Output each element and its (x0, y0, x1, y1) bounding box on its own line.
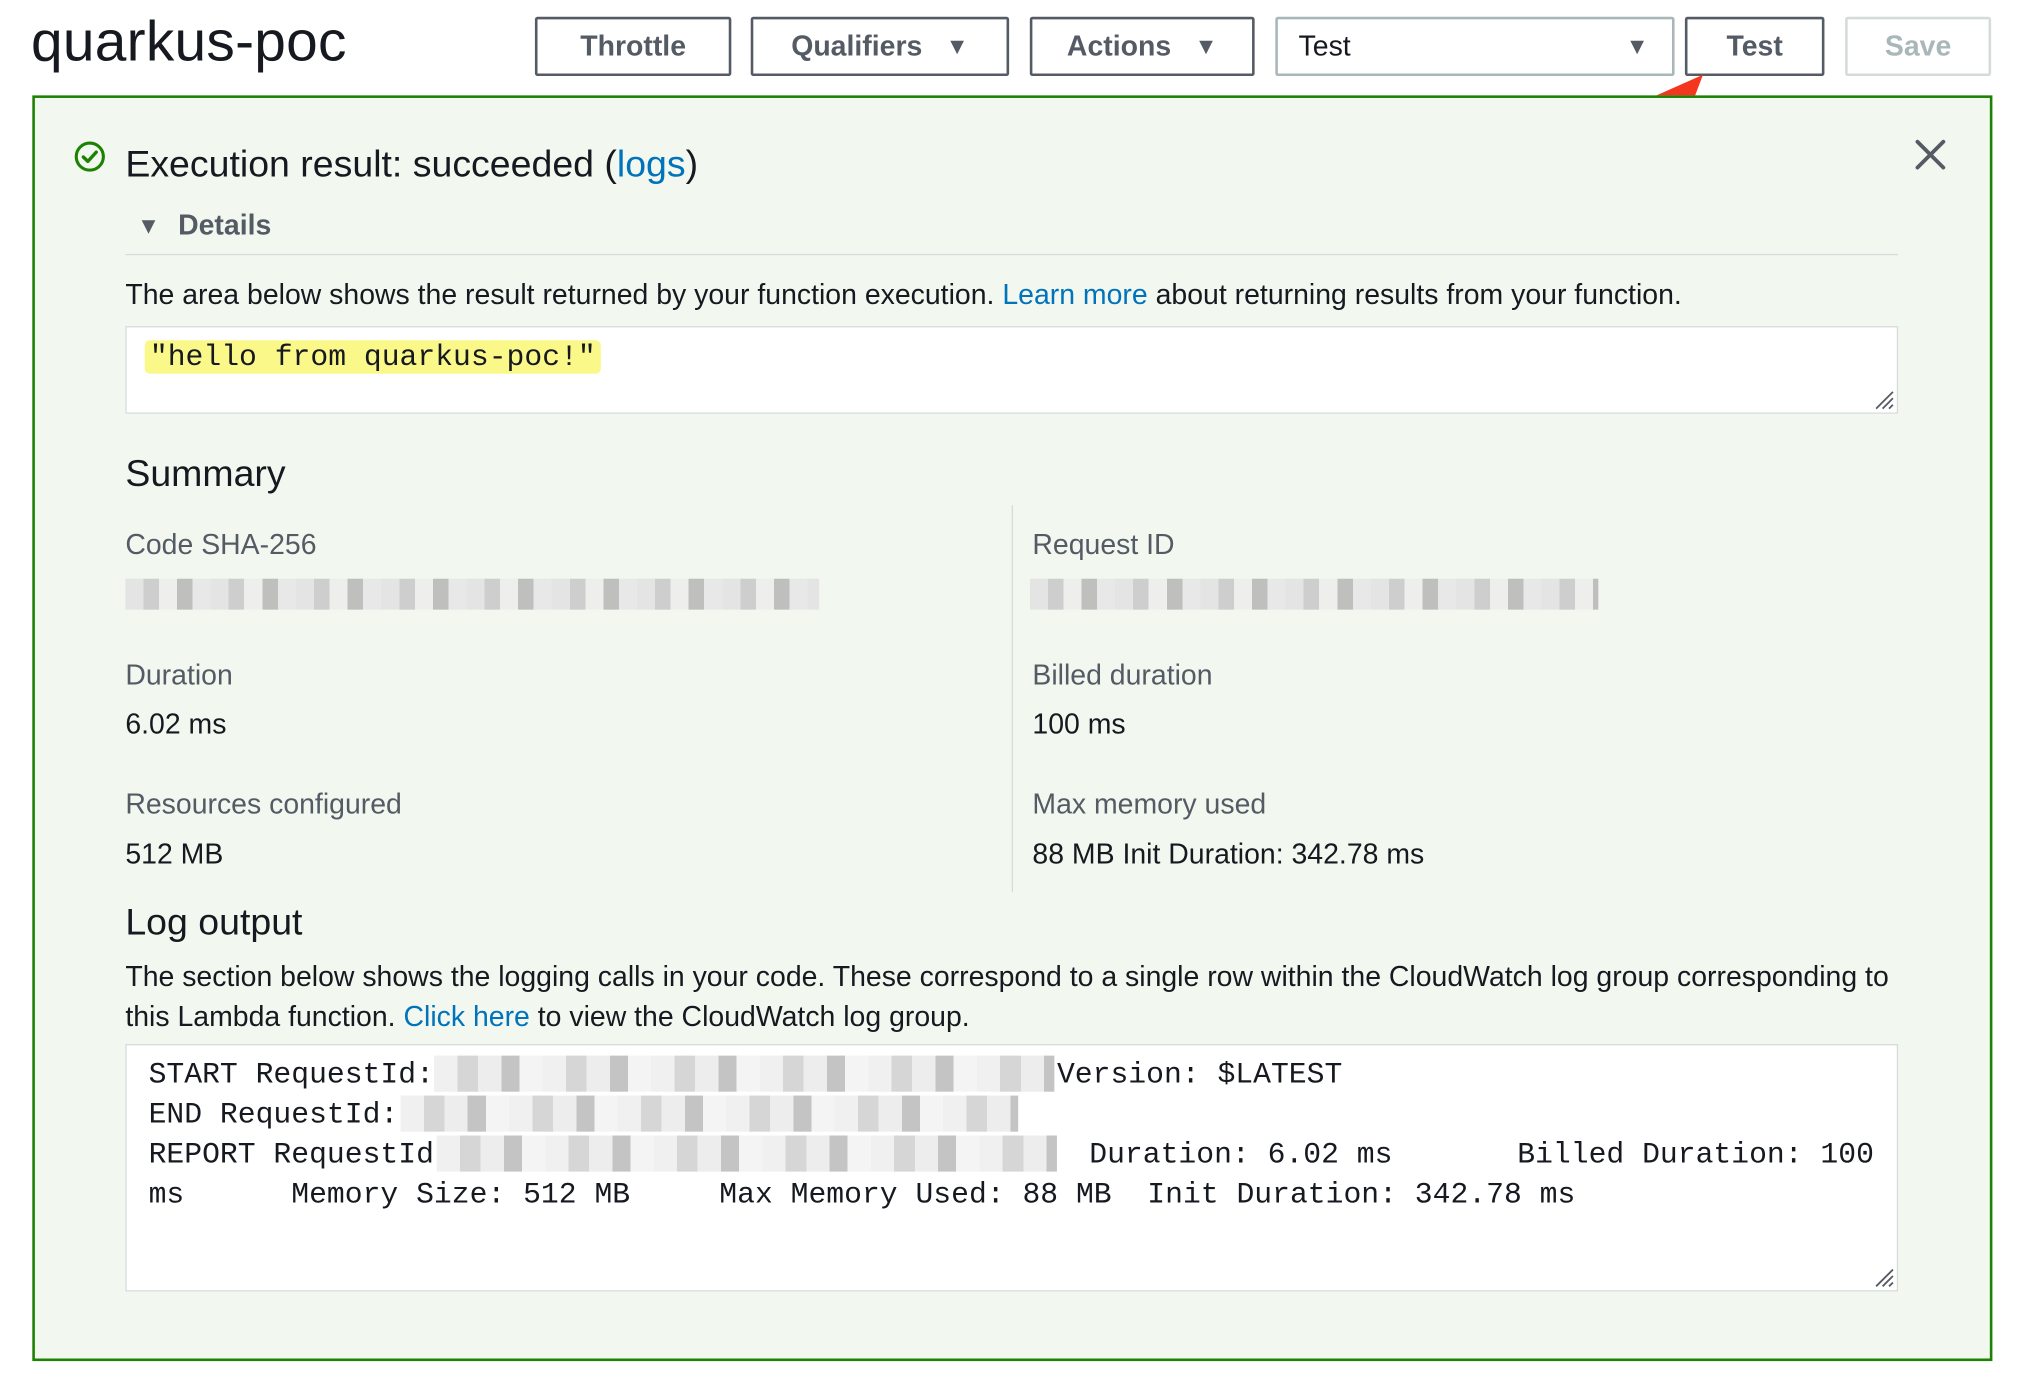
log-output-heading: Log output (125, 902, 303, 944)
code-sha-redacted (125, 578, 820, 610)
request-id-label: Request ID (1032, 528, 1175, 561)
result-description-suffix: about returning results from your functi… (1155, 278, 1682, 311)
result-heading-suffix: ) (685, 144, 699, 186)
log-description-2: to view the CloudWatch log group. (537, 1000, 970, 1033)
learn-more-link[interactable]: Learn more (1002, 278, 1147, 310)
throttle-label: Throttle (580, 29, 687, 62)
request-id-redacted (436, 1135, 1057, 1172)
logs-link[interactable]: logs (617, 144, 686, 185)
caret-down-icon: ▼ (136, 212, 160, 238)
throttle-button[interactable]: Throttle (534, 16, 732, 77)
max-memory-label: Max memory used (1032, 787, 1267, 820)
chevron-down-icon: ▼ (1194, 33, 1218, 60)
log-output-textarea[interactable]: START RequestId: Version: $LATEST END Re… (125, 1044, 1899, 1292)
save-button[interactable]: Save (1845, 16, 1992, 77)
result-heading-prefix: Execution result: succeeded ( (125, 144, 617, 186)
resize-grip-icon[interactable] (1871, 387, 1894, 410)
request-id-redacted (400, 1095, 1019, 1132)
chevron-down-icon: ▼ (1625, 32, 1649, 59)
divider (125, 253, 1899, 256)
details-label: Details (178, 208, 272, 242)
log-line-start: START RequestId: (148, 1058, 434, 1092)
function-title: quarkus-poc (31, 10, 347, 74)
qualifiers-label: Qualifiers (791, 29, 923, 62)
save-label: Save (1884, 29, 1952, 62)
request-id-redacted (1029, 578, 1599, 610)
click-here-link[interactable]: Click here (403, 1000, 529, 1032)
log-description-1: The section below shows the logging call… (125, 960, 1889, 1033)
execution-result-heading: Execution result: succeeded (logs) (125, 144, 698, 187)
resources-value: 512 MB (125, 837, 224, 871)
result-description: The area below shows the result returned… (125, 278, 1681, 312)
result-description-prefix: The area below shows the result returned… (125, 278, 995, 311)
resize-grip-icon[interactable] (1871, 1264, 1894, 1287)
code-sha-label: Code SHA-256 (125, 528, 317, 561)
duration-value: 6.02 ms (125, 707, 227, 740)
log-output-description: The section below shows the logging call… (125, 956, 1898, 1036)
test-event-selected: Test (1298, 29, 1351, 62)
lambda-console: quarkus-poc Throttle Qualifiers ▼ Action… (0, 0, 2026, 1392)
actions-label: Actions (1066, 29, 1172, 62)
log-line-report: REPORT RequestId: (148, 1138, 452, 1172)
actions-button[interactable]: Actions ▼ (1029, 16, 1255, 77)
details-toggle[interactable]: ▼ Details (137, 209, 271, 243)
success-check-icon (74, 141, 105, 172)
duration-label: Duration (125, 658, 233, 691)
request-id-redacted (434, 1055, 1055, 1092)
summary-divider (1011, 505, 1014, 892)
log-line-report-2: ms Memory Size: 512 MB Max Memory Used: … (148, 1178, 1576, 1212)
max-memory-value: 88 MB Init Duration: 342.78 ms (1032, 837, 1425, 871)
billed-duration-value: 100 ms (1032, 707, 1126, 740)
result-output-text: "hello from quarkus-poc!" (144, 340, 601, 374)
chevron-down-icon: ▼ (945, 33, 969, 60)
summary-heading: Summary (125, 453, 286, 495)
close-icon[interactable] (1910, 134, 1951, 175)
result-output-textarea[interactable]: "hello from quarkus-poc!" (125, 326, 1899, 414)
log-line-report-tail: Duration: 6.02 ms Billed Duration: 100 (1089, 1138, 1874, 1172)
test-label: Test (1726, 29, 1783, 62)
log-line-start-version: Version: $LATEST (1056, 1058, 1343, 1092)
resources-label: Resources configured (125, 787, 402, 820)
billed-duration-label: Billed duration (1032, 658, 1213, 691)
log-line-end: END RequestId: (148, 1098, 399, 1132)
qualifiers-button[interactable]: Qualifiers ▼ (750, 16, 1010, 77)
